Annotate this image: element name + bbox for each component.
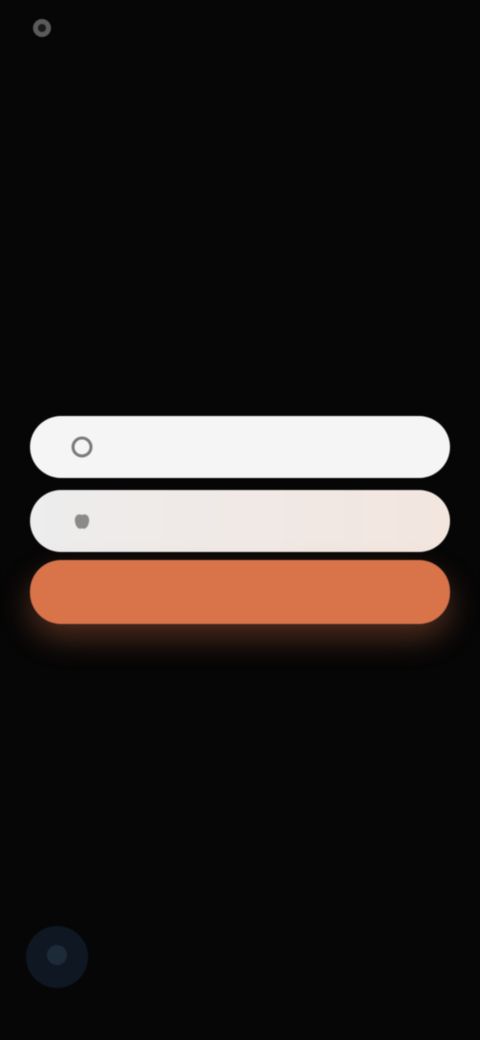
help-chat-button[interactable]	[26, 926, 88, 988]
apple-icon	[70, 509, 94, 533]
help-chat-icon	[44, 942, 70, 973]
google-icon	[70, 435, 94, 459]
signup-prompt	[0, 664, 480, 680]
hero	[0, 205, 480, 219]
continue-with-email-button[interactable]	[30, 560, 450, 624]
continue-with-google-button[interactable]	[30, 416, 450, 478]
login-screen	[0, 0, 480, 1040]
brand	[28, 14, 66, 42]
app-logo-icon	[28, 14, 56, 42]
continue-with-apple-button[interactable]	[30, 490, 450, 552]
top-bar	[0, 0, 480, 60]
